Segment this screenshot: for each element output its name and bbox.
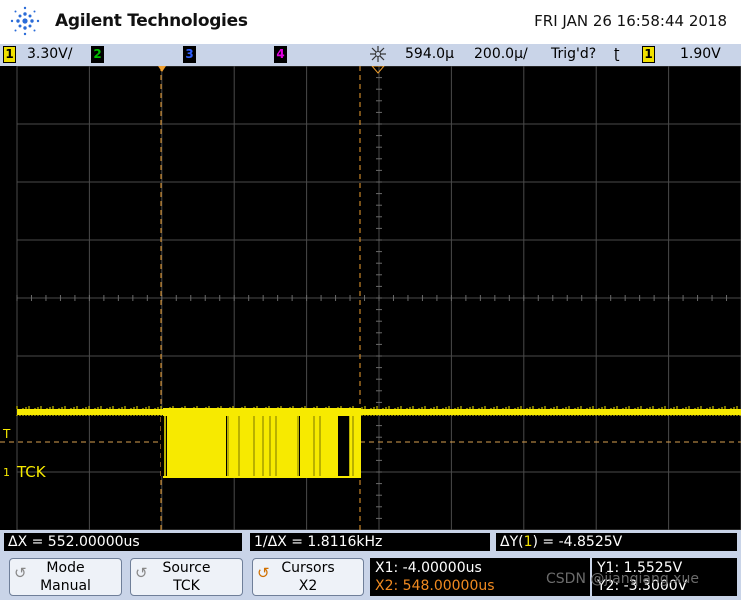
channel-ground-marker: 1	[3, 466, 10, 479]
cursors-title: Cursors	[281, 560, 335, 576]
waveform-display[interactable]: T 1 TCK	[0, 65, 741, 531]
header-bar: Agilent Technologies FRI JAN 26 16:58:44…	[0, 0, 741, 44]
ch3-indicator[interactable]: 3	[183, 46, 196, 63]
trigger-channel-indicator: 1	[642, 46, 655, 63]
time-scale: 200.0µ/	[474, 46, 528, 62]
date-time: FRI JAN 26 16:58:44 2018	[534, 12, 727, 30]
trigger-level-marker: T	[2, 427, 11, 441]
time-position: 594.0µ	[405, 46, 454, 62]
time-reference-icon	[369, 45, 387, 67]
trigger-channel-badge: 1	[642, 46, 655, 63]
delta-y-prefix: ΔY(	[500, 534, 524, 550]
ch1-badge: 1	[3, 46, 16, 63]
ch3-badge: 3	[183, 46, 196, 63]
agilent-spark-logo-icon	[10, 6, 40, 36]
delta-x-readout: ΔX = 552.00000us	[4, 533, 242, 551]
delta-y-value: ) = -4.8525V	[532, 534, 623, 550]
mode-value: Manual	[40, 578, 91, 594]
graticule-grid	[16, 65, 741, 531]
trigger-level: 1.90V	[680, 46, 721, 62]
cursors-softkey[interactable]: ↺ Cursors X2	[252, 558, 364, 596]
trigger-edge-icon: ʈ	[614, 46, 620, 62]
source-title: Source	[162, 560, 211, 576]
mode-title: Mode	[46, 560, 85, 576]
waveform-gap	[161, 416, 167, 476]
delta-y-channel: 1	[523, 534, 533, 550]
inverse-delta-x-readout: 1/ΔX = 1.8116kHz	[250, 533, 490, 551]
time-reference-marker	[158, 65, 386, 74]
mode-softkey[interactable]: ↺ Mode Manual	[9, 558, 122, 596]
graticule: T 1 TCK	[0, 65, 741, 531]
trigger-status: Trig'd?	[551, 46, 597, 62]
waveform-high-segment	[361, 409, 741, 415]
brand-name: Agilent Technologies	[55, 11, 248, 31]
watermark: CSDN @jianqiang.xue	[546, 571, 699, 587]
ch4-badge: 4	[274, 46, 287, 63]
ch1-indicator[interactable]: 1	[3, 46, 16, 63]
waveform-gap	[338, 416, 350, 476]
waveform-high-segment	[17, 409, 163, 415]
ch1-scale: 3.30V/	[27, 46, 73, 62]
x2-readout: X2: 548.00000us	[375, 578, 495, 594]
cursors-value: X2	[298, 578, 318, 594]
cursor-measurement-bar: ΔX = 552.00000us 1/ΔX = 1.8116kHz ΔY(1) …	[0, 530, 741, 554]
channel-label: TCK	[16, 463, 47, 481]
ch2-badge: 2	[91, 46, 104, 63]
ch4-indicator[interactable]: 4	[274, 46, 287, 63]
x1-readout: X1: -4.00000us	[375, 560, 482, 576]
ch2-indicator[interactable]: 2	[91, 46, 104, 63]
status-bar: 1 3.30V/ 2 3 4 594.0µ 200.0µ/ Trig'd? ʈ …	[0, 44, 741, 66]
delta-y-readout: ΔY(1) = -4.8525V	[496, 533, 737, 551]
source-softkey[interactable]: ↺ Source TCK	[130, 558, 243, 596]
source-value: TCK	[173, 578, 200, 594]
